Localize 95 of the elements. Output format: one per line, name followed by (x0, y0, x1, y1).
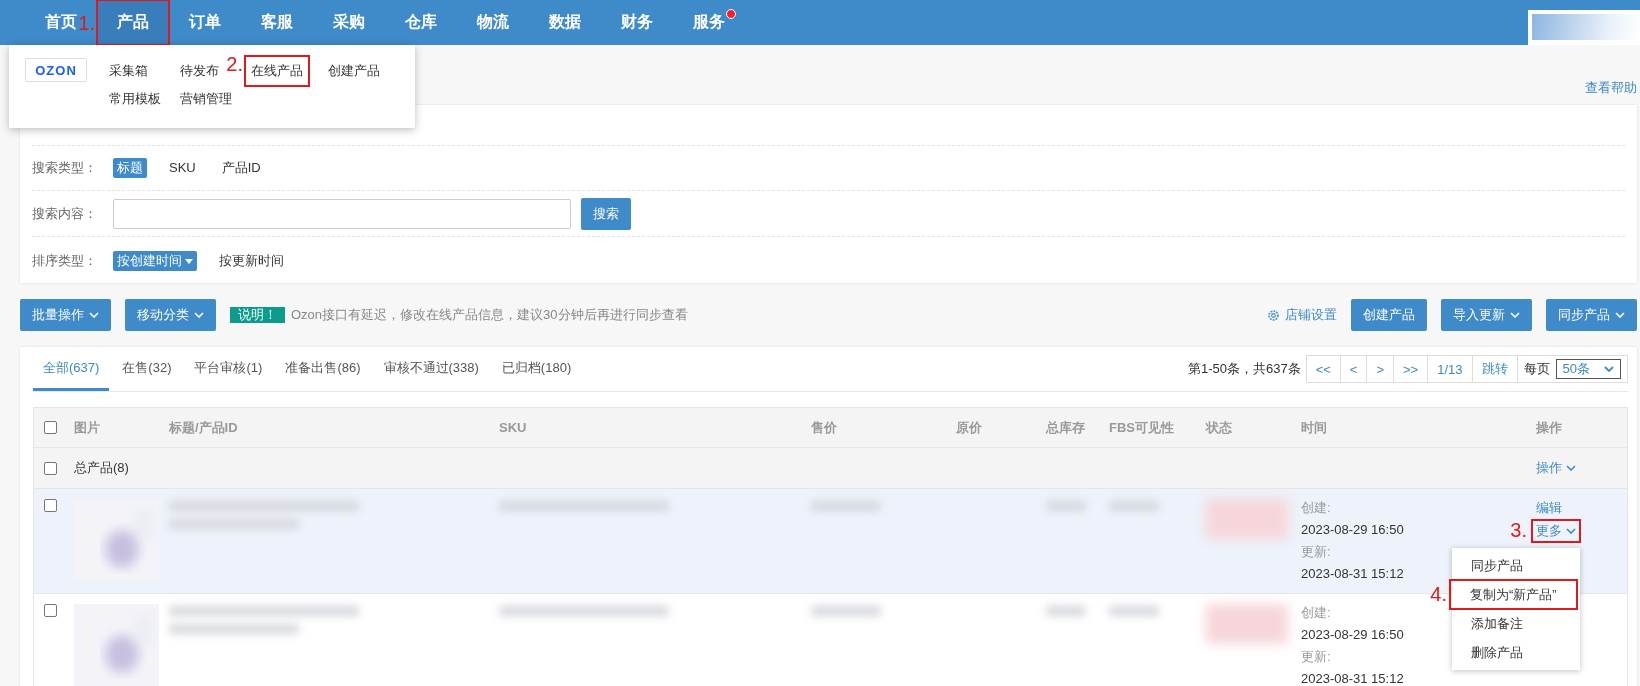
checkbox[interactable] (44, 499, 57, 512)
menu-item[interactable]: 待发布 (180, 60, 219, 82)
time-label: 创建: (1301, 499, 1331, 517)
status-tab[interactable]: 审核不通过(338) (373, 347, 489, 391)
nav-tab[interactable]: 客服 (261, 0, 293, 45)
page-summary: 第1-50条，共637条 (1187, 360, 1301, 378)
nav-tab[interactable]: 订单 (189, 0, 221, 45)
filter-option[interactable]: 按创建时间 (113, 251, 197, 271)
nav-tab[interactable]: 仓库 (405, 0, 437, 45)
menu-item[interactable]: 创建产品 (328, 60, 380, 82)
annotation-number: 4. (1430, 584, 1447, 604)
more-link[interactable]: 更多 (1532, 520, 1580, 542)
menu-item[interactable]: 添加备注 (1452, 609, 1580, 638)
settings-icon (1267, 308, 1280, 322)
help-link[interactable]: 查看帮助 (1585, 79, 1637, 97)
pager-button[interactable]: 1/13 (1428, 356, 1473, 382)
status-tab[interactable]: 平台审核(1) (184, 347, 273, 391)
nav-tab[interactable]: 服务 (693, 0, 725, 45)
logo: OZON (25, 58, 87, 82)
column-header: 总库存 (1046, 419, 1085, 435)
pager-button[interactable]: < (1340, 356, 1368, 382)
menu-item[interactable]: 删除产品 (1452, 638, 1580, 667)
blurred-text (1109, 606, 1159, 616)
menu-item[interactable]: 营销管理 (180, 88, 232, 110)
menu-item[interactable]: 同步产品 (1452, 551, 1580, 580)
pager-button[interactable]: >> (1394, 356, 1429, 382)
search-field[interactable] (113, 198, 571, 229)
column-header: 售价 (811, 419, 837, 435)
group-label: 总产品(8) (74, 460, 129, 475)
time-label: 更新: (1301, 648, 1331, 666)
filter-option[interactable]: 产品ID (217, 158, 265, 178)
column-header: 原价 (956, 419, 982, 435)
timestamp: 2023-08-29 16:50 (1301, 521, 1404, 539)
nav-tab[interactable]: 财务 (621, 0, 653, 45)
nav-tab[interactable]: 数据 (549, 0, 581, 45)
chevron-down-icon (1566, 465, 1576, 471)
checkbox[interactable] (44, 421, 57, 434)
annotation-number: 3. (1510, 520, 1527, 540)
status-tab[interactable]: 在售(32) (112, 347, 182, 391)
chevron-down-icon (194, 312, 204, 318)
menu-item[interactable]: 在线产品 (245, 56, 309, 86)
dropdown-button[interactable]: 导入更新 (1441, 299, 1532, 331)
filter-option[interactable]: 标题 (113, 158, 147, 178)
blurred-text (1046, 606, 1086, 616)
edit-link[interactable]: 编辑 (1536, 497, 1562, 519)
pager-button[interactable]: > (1367, 356, 1395, 382)
column-header: 状态 (1206, 419, 1232, 435)
filter-label: 搜索内容： (32, 204, 98, 223)
annotation-number: 2. (226, 54, 243, 74)
annotation-number: 1. (78, 13, 95, 33)
nav-tab[interactable]: 物流 (477, 0, 509, 45)
dropdown-button[interactable]: 同步产品 (1546, 299, 1637, 331)
column-header: SKU (499, 420, 527, 435)
time-label: 创建: (1301, 604, 1331, 622)
checkbox[interactable] (44, 461, 57, 475)
column-header: 图片 (74, 419, 100, 435)
pager-button[interactable]: << (1306, 356, 1341, 382)
status-tab[interactable]: 准备出售(86) (275, 347, 371, 391)
per-page-select[interactable]: 50条 (1555, 359, 1621, 379)
per-page-label: 每页 (1522, 360, 1551, 378)
nav-tab[interactable]: 产品 (97, 0, 169, 45)
column-header: 时间 (1301, 419, 1327, 435)
settings-label: 店铺设置 (1285, 306, 1337, 324)
search-button[interactable]: 搜索 (581, 197, 631, 230)
menu-item[interactable]: 复制为“新产品” (1450, 580, 1577, 609)
status-tab[interactable]: 已归档(180) (491, 347, 582, 391)
blurred-text (811, 606, 881, 616)
nav-tab[interactable]: 首页 (45, 0, 77, 45)
filter-option[interactable]: SKU (165, 158, 200, 178)
filter-label: 排序类型： (32, 252, 98, 270)
timestamp: 2023-08-29 16:50 (1301, 626, 1404, 644)
chevron-down-icon (1604, 366, 1614, 372)
column-header: 标题/产品ID (169, 419, 238, 435)
filter-label: 搜索类型： (32, 159, 98, 177)
nav-tab[interactable]: 采购 (333, 0, 365, 45)
dropdown-button[interactable]: 批量操作 (20, 299, 111, 331)
notice-text: Ozon接口有延迟，修改在线产品信息，建议30分钟后再进行同步查看 (291, 306, 688, 324)
checkbox[interactable] (44, 604, 57, 617)
pager-button[interactable]: 跳转 (1472, 356, 1518, 382)
actions-link[interactable]: 操作 (1536, 459, 1576, 477)
status-tab[interactable]: 全部(637) (33, 347, 110, 391)
column-header: FBS可见性 (1109, 419, 1174, 435)
filter-option[interactable]: 按更新时间 (215, 251, 288, 271)
notice-tag: 说明！ (230, 307, 285, 323)
menu-item[interactable]: 常用模板 (109, 88, 161, 110)
action-button[interactable]: 创建产品 (1351, 299, 1427, 331)
timestamp: 2023-08-31 15:12 (1301, 670, 1404, 686)
column-header: 操作 (1536, 419, 1562, 435)
settings-link[interactable]: 店铺设置 (1267, 306, 1337, 324)
dropdown-button[interactable]: 移动分类 (125, 299, 216, 331)
chevron-down-icon (89, 312, 99, 318)
chevron-down-icon (1566, 528, 1576, 534)
timestamp: 2023-08-31 15:12 (1301, 565, 1404, 583)
time-label: 更新: (1301, 543, 1331, 561)
menu-item[interactable]: 采集箱 (109, 60, 148, 82)
